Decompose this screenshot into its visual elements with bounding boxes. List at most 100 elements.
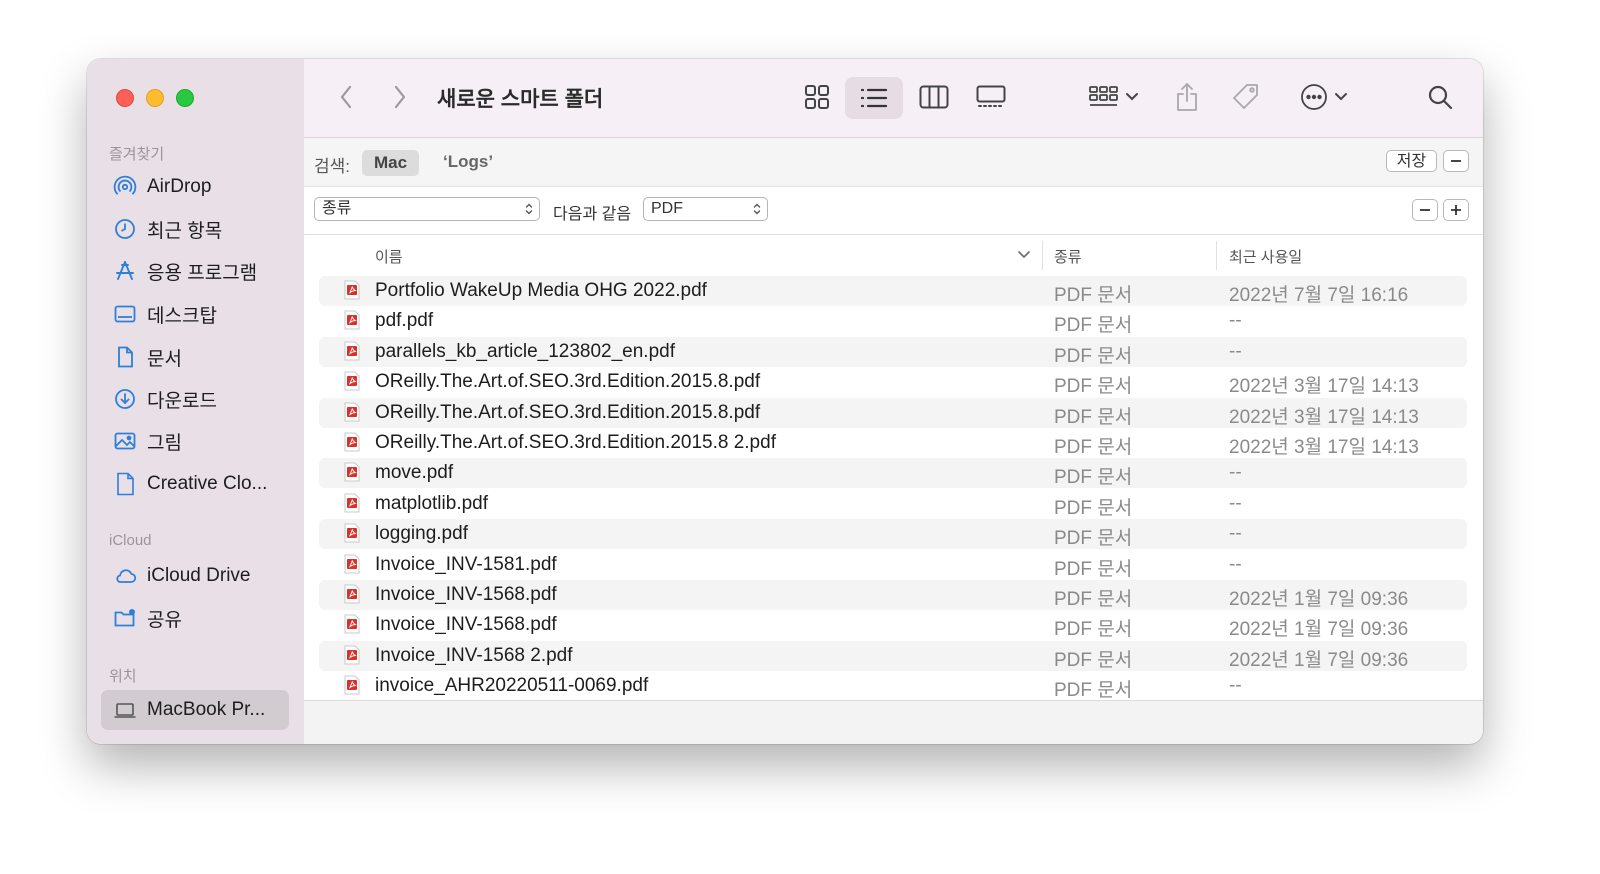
pdf-file-icon [344, 402, 360, 422]
file-name: move.pdf [375, 462, 454, 484]
search-label: 검색: [314, 157, 351, 176]
table-row[interactable]: Portfolio WakeUp Media OHG 2022.pdf PDF 문… [319, 276, 1467, 306]
pdf-file-icon [344, 310, 360, 330]
file-kind: PDF 문서 [1054, 406, 1133, 428]
table-row[interactable]: OReilly.The.Art.of.SEO.3rd.Edition.2015.… [319, 367, 1467, 397]
criteria-attribute-value: 종류 [322, 200, 352, 217]
pdf-file-icon [344, 462, 360, 482]
file-name: parallels_kb_article_123802_en.pdf [375, 340, 676, 362]
group-icon [1089, 86, 1118, 106]
sidebar-item-creative-cloud[interactable]: Creative Clo... [101, 466, 289, 502]
pdf-file-icon [344, 614, 360, 634]
pdf-file-icon [344, 493, 360, 513]
laptop-icon [111, 697, 139, 723]
pdf-file-icon [344, 523, 360, 543]
back-button[interactable] [328, 79, 364, 115]
pdf-file-icon [344, 341, 360, 361]
chevron-down-icon [1018, 251, 1030, 259]
minimize-window-button[interactable] [146, 89, 164, 107]
icon-view-button[interactable] [792, 77, 842, 117]
column-divider[interactable] [1216, 241, 1217, 270]
sidebar-item-label: Creative Clo... [147, 473, 268, 494]
close-window-button[interactable] [116, 89, 134, 107]
sidebar-item-applications[interactable]: 응용 프로그램 [101, 253, 289, 289]
sidebar-item-desktop[interactable]: 데스크탑 [101, 296, 289, 332]
column-header-name[interactable]: 이름 [375, 246, 403, 267]
sidebar-item-icloud-drive[interactable]: iCloud Drive [101, 558, 289, 594]
file-name: Invoice_INV-1568.pdf [375, 614, 557, 636]
table-row[interactable]: OReilly.The.Art.of.SEO.3rd.Edition.2015.… [319, 397, 1467, 428]
save-button[interactable]: 저장 [1386, 150, 1437, 172]
file-name: Portfolio WakeUp Media OHG 2022.pdf [375, 280, 707, 301]
list-view-button[interactable] [845, 77, 903, 119]
more-actions-button[interactable] [1294, 79, 1354, 115]
sidebar: 즐겨찾기 AirDrop 최근 항목 응용 프로그램 데스크탑 문서 다운로드 … [87, 59, 305, 744]
file-name: invoice_AHR20220511-0069.pdf [375, 675, 649, 697]
add-criteria-button[interactable] [1443, 199, 1469, 221]
columns-icon [919, 85, 949, 109]
group-button[interactable] [1084, 79, 1144, 115]
table-row[interactable]: Invoice_INV-1568.pdf PDF 문서 2022년 1월 7일 09… [319, 610, 1467, 640]
table-row[interactable]: matplotlib.pdf PDF 문서 -- [319, 489, 1467, 519]
finder-window: 즐겨찾기 AirDrop 최근 항목 응용 프로그램 데스크탑 문서 다운로드 … [87, 59, 1483, 744]
share-button[interactable] [1169, 77, 1205, 117]
table-row[interactable]: logging.pdf PDF 문서 -- [319, 519, 1467, 550]
chevron-down-icon [1335, 93, 1347, 101]
remove-search-button[interactable] [1443, 150, 1469, 172]
table-row[interactable]: move.pdf PDF 문서 -- [319, 458, 1467, 489]
pdf-file-icon [344, 645, 360, 665]
criteria-value-popup[interactable]: PDF [643, 197, 768, 221]
sidebar-item-documents[interactable]: 문서 [101, 339, 289, 375]
sidebar-item-macbook[interactable]: MacBook Pr... [101, 690, 289, 730]
favorites-header: 즐겨찾기 [109, 146, 165, 163]
file-kind: PDF 문서 [1054, 315, 1133, 337]
tag-button[interactable] [1228, 77, 1264, 117]
column-header-date[interactable]: 최근 사용일 [1229, 246, 1302, 267]
file-date: -- [1229, 492, 1242, 514]
column-divider[interactable] [1042, 241, 1043, 270]
file-name: Invoice_INV-1568 2.pdf [375, 644, 573, 666]
scope-mac-button[interactable]: Mac [362, 150, 420, 176]
column-view-button[interactable] [909, 77, 959, 117]
search-button[interactable] [1422, 79, 1458, 115]
gallery-icon [976, 85, 1006, 107]
sidebar-item-airdrop[interactable]: AirDrop [101, 169, 289, 205]
criteria-value: PDF [651, 200, 683, 217]
table-row[interactable]: OReilly.The.Art.of.SEO.3rd.Edition.2015.… [319, 428, 1467, 458]
criteria-attribute-popup[interactable]: 종류 [314, 197, 540, 221]
table-row[interactable]: Invoice_INV-1568.pdf PDF 문서 2022년 1월 7일 09… [319, 580, 1467, 610]
document-icon [111, 344, 139, 370]
table-row[interactable]: invoice_AHR20220511-0069.pdf PDF 문서 -- [319, 671, 1467, 700]
updown-arrows-icon [525, 203, 533, 215]
zoom-window-button[interactable] [176, 89, 194, 107]
sidebar-item-downloads[interactable]: 다운로드 [101, 381, 289, 417]
gallery-view-button[interactable] [966, 77, 1016, 117]
file-name: pdf.pdf [375, 310, 434, 332]
file-icon [111, 471, 139, 497]
file-kind: PDF 문서 [1054, 467, 1133, 489]
scope-logs-button[interactable]: ‘Logs’ [443, 152, 493, 172]
tag-icon [1233, 84, 1258, 109]
file-date: 2022년 3월 17일 14:13 [1229, 437, 1419, 458]
chevron-down-icon [1126, 93, 1138, 101]
grid-icon [805, 85, 829, 109]
minus-icon [1420, 209, 1430, 211]
file-kind: PDF 문서 [1054, 437, 1133, 458]
remove-criteria-button[interactable] [1412, 199, 1438, 221]
sidebar-item-label: 공유 [147, 609, 182, 631]
file-name: OReilly.The.Art.of.SEO.3rd.Edition.2015.… [375, 401, 761, 423]
table-row[interactable]: parallels_kb_article_123802_en.pdf PDF 문서… [319, 336, 1467, 367]
sidebar-item-recents[interactable]: 최근 항목 [101, 211, 289, 247]
file-list: Portfolio WakeUp Media OHG 2022.pdf PDF 문… [304, 276, 1483, 700]
sidebar-item-label: iCloud Drive [147, 565, 251, 586]
sidebar-item-pictures[interactable]: 그림 [101, 423, 289, 459]
forward-button[interactable] [382, 79, 418, 115]
table-row[interactable]: Invoice_INV-1568 2.pdf PDF 문서 2022년 1월 7일 … [319, 640, 1467, 671]
criteria-operator-label: 다음과 같음 [553, 206, 632, 223]
pictures-icon [111, 428, 139, 454]
table-row[interactable]: Invoice_INV-1581.pdf PDF 문서 -- [319, 550, 1467, 580]
column-header-kind[interactable]: 종류 [1054, 246, 1082, 267]
file-date: -- [1229, 523, 1242, 545]
sidebar-item-shared[interactable]: 공유 [101, 600, 289, 636]
table-row[interactable]: pdf.pdf PDF 문서 -- [319, 306, 1467, 336]
